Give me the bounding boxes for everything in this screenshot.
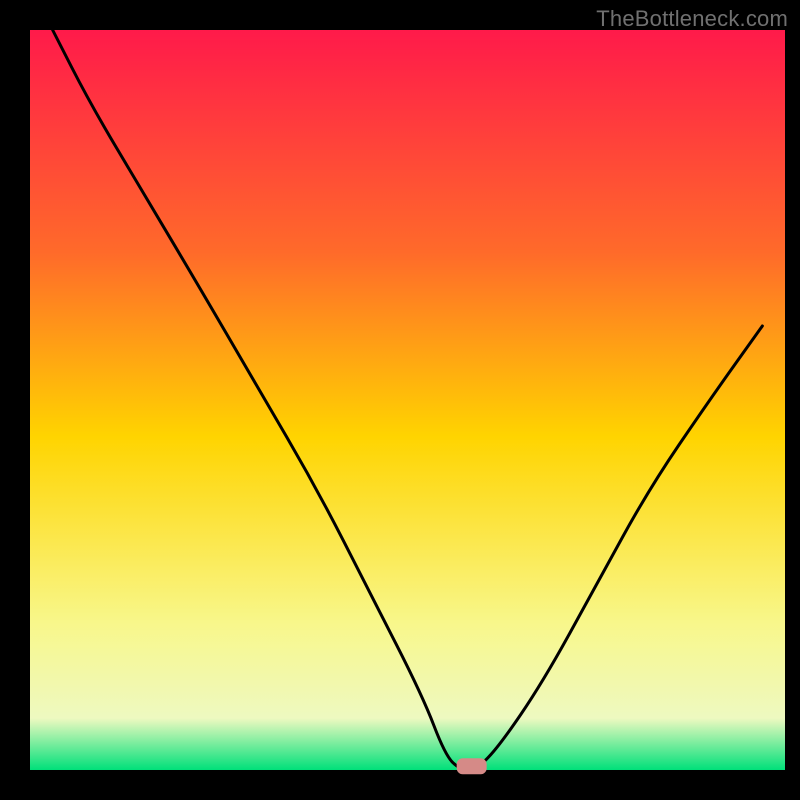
watermark-text: TheBottleneck.com	[596, 6, 788, 32]
bottleneck-chart	[0, 0, 800, 800]
gradient-background	[30, 30, 785, 770]
optimal-marker	[457, 758, 487, 774]
chart-container: TheBottleneck.com	[0, 0, 800, 800]
